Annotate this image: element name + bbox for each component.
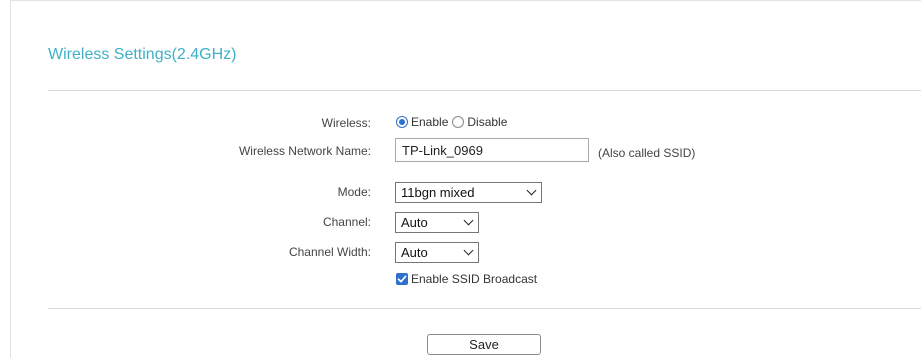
channel-width-select[interactable]: Auto xyxy=(395,242,479,263)
page-title: Wireless Settings(2.4GHz) xyxy=(48,46,237,63)
wireless-disable-label[interactable]: Disable xyxy=(467,115,507,129)
checkmark-icon xyxy=(397,275,407,283)
channel-label: Channel: xyxy=(322,215,371,229)
actions-divider xyxy=(48,308,921,309)
ssid-hint: (Also called SSID) xyxy=(598,146,696,160)
wireless-enable-radio[interactable] xyxy=(396,116,408,128)
chevron-down-icon xyxy=(463,215,474,226)
channel-width-select-value: Auto xyxy=(401,245,428,260)
ssid-broadcast-row: Enable SSID Broadcast xyxy=(396,272,537,286)
wireless-disable-radio[interactable] xyxy=(452,116,465,128)
channel-select[interactable]: Auto xyxy=(395,212,479,233)
chevron-down-icon xyxy=(526,185,537,196)
network-name-label: Wireless Network Name: xyxy=(238,144,371,158)
ssid-broadcast-checkbox[interactable] xyxy=(396,273,408,285)
wireless-settings-panel: Wireless Settings(2.4GHz) Wireless: Enab… xyxy=(10,0,921,358)
ssid-input[interactable] xyxy=(395,138,589,162)
wireless-label: Wireless: xyxy=(321,116,371,130)
channel-width-label: Channel Width: xyxy=(288,245,371,259)
title-divider xyxy=(48,90,921,91)
mode-select[interactable]: 11bgn mixed xyxy=(395,182,542,203)
wireless-enable-label[interactable]: Enable xyxy=(411,115,448,129)
chevron-down-icon xyxy=(463,245,474,256)
mode-select-value: 11bgn mixed xyxy=(401,185,475,200)
save-button[interactable]: Save xyxy=(427,334,541,355)
wireless-radio-group: Enable Disable xyxy=(396,115,511,129)
mode-label: Mode: xyxy=(337,185,371,199)
ssid-broadcast-label[interactable]: Enable SSID Broadcast xyxy=(411,272,537,286)
channel-select-value: Auto xyxy=(401,215,428,230)
